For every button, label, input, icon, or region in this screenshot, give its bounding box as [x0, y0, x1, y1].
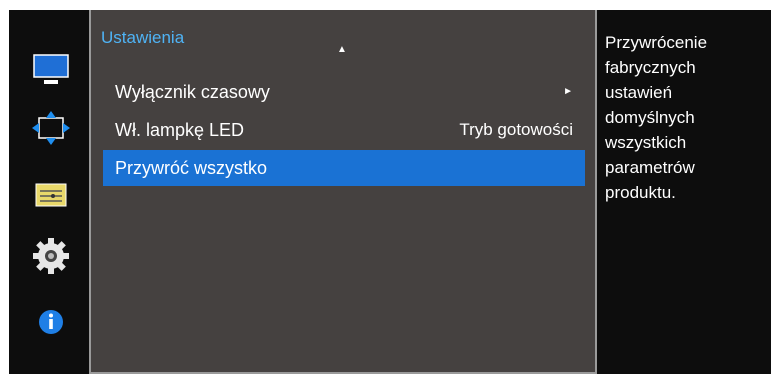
menu-item-value: Tryb gotowości: [459, 120, 573, 139]
menu-item-label: Przywróć wszystko: [115, 158, 268, 178]
scroll-up-arrow-icon[interactable]: ▲: [337, 44, 347, 55]
settings-gear-icon[interactable]: [31, 236, 71, 276]
system-icon[interactable]: [31, 178, 71, 214]
menu-item-led-lamp[interactable]: Wł. lampkę LED Tryb gotowości: [103, 112, 585, 148]
settings-menu-panel: Ustawienia ▲ Wyłącznik czasowy ► Wł. lam…: [89, 10, 597, 374]
information-icon[interactable]: [31, 304, 71, 340]
help-panel: Przywrócenie fabrycznych ustawień domyśl…: [597, 10, 771, 374]
menu-title: Ustawienia: [101, 28, 185, 47]
menu-item-label: Wyłącznik czasowy: [115, 82, 270, 102]
osd-window: Ustawienia ▲ Wyłącznik czasowy ► Wł. lam…: [9, 10, 771, 374]
submenu-arrow-icon: ►: [563, 86, 573, 97]
onscreen-display-icon[interactable]: [31, 110, 71, 146]
help-text: Przywrócenie fabrycznych ustawień domyśl…: [605, 33, 708, 202]
picture-icon[interactable]: [31, 52, 71, 88]
menu-item-label: Wł. lampkę LED: [115, 120, 245, 140]
sidebar-icons: [9, 10, 89, 374]
menu-item-off-timer[interactable]: Wyłącznik czasowy ►: [103, 74, 585, 110]
menu-item-reset-all[interactable]: Przywróć wszystko: [103, 150, 585, 186]
